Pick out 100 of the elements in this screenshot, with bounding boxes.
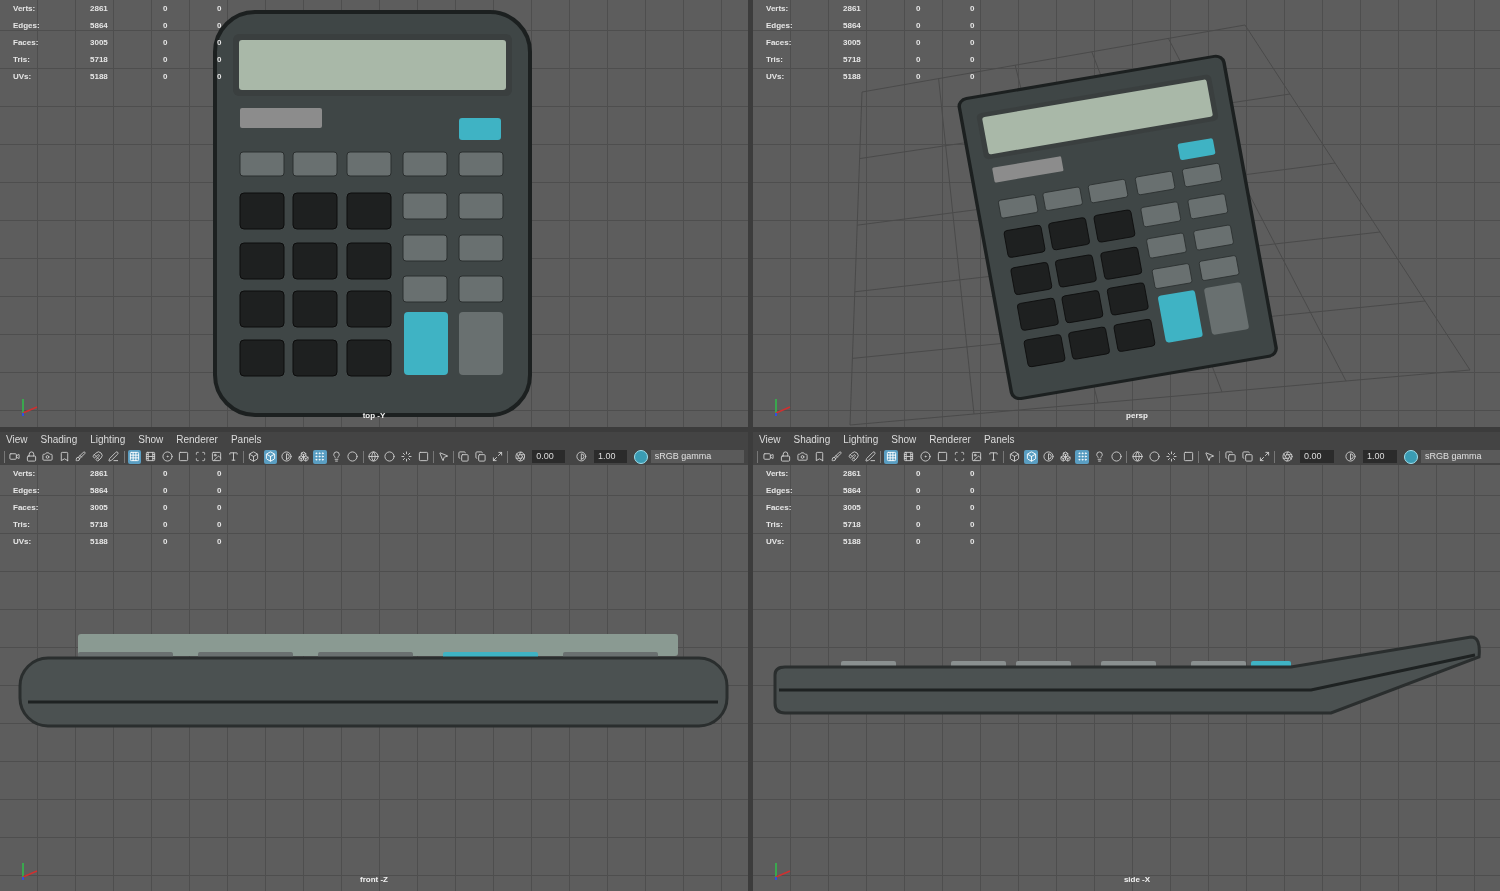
gamma-field[interactable]: 1.00 — [594, 450, 628, 463]
menu-item[interactable]: Lighting — [90, 435, 126, 445]
stat-value: 0 — [217, 467, 223, 480]
menu-item[interactable]: Lighting — [843, 435, 879, 445]
menu-item[interactable]: Show — [138, 435, 164, 445]
stat-value: 2861 — [843, 2, 862, 15]
viewport-canvas[interactable]: Verts: 2861 0 0 Edges: 5864 0 0 Faces: 3005 0 0 Tris: 5718 0 0 UVs: 5188 0 0 persp — [753, 0, 1500, 427]
menu-item[interactable]: View — [759, 435, 781, 445]
stat-label: Faces: — [766, 36, 793, 49]
gamma-field[interactable]: 1.00 — [1363, 450, 1397, 463]
stat-value: 0 — [163, 70, 169, 83]
color-space-field[interactable]: sRGB gamma — [1421, 450, 1500, 463]
copy-button[interactable] — [473, 449, 488, 464]
magnet-button[interactable] — [846, 449, 860, 464]
cubes-button[interactable] — [1058, 449, 1072, 464]
menu-item[interactable]: Renderer — [176, 435, 218, 445]
grid-button[interactable] — [884, 449, 898, 464]
pen-button[interactable] — [863, 449, 877, 464]
film-button[interactable] — [144, 449, 158, 464]
camera-label: persp — [1126, 410, 1148, 422]
image-button[interactable] — [969, 449, 983, 464]
dots-button[interactable] — [1075, 449, 1089, 464]
magnet-button[interactable] — [90, 449, 105, 464]
resize-button[interactable] — [1257, 449, 1271, 464]
circle-button[interactable] — [383, 449, 397, 464]
pointer-button[interactable] — [436, 449, 451, 464]
stat-value: 0 — [916, 53, 922, 66]
copy-button[interactable] — [1223, 449, 1237, 464]
square-button[interactable] — [416, 449, 430, 464]
color-space-field[interactable]: sRGB gamma — [650, 450, 744, 463]
loader-button[interactable] — [399, 449, 414, 464]
menu-item[interactable]: Shading — [793, 435, 831, 445]
circle-button[interactable] — [1109, 449, 1123, 464]
loader-button[interactable] — [1164, 449, 1178, 464]
cube-button[interactable] — [1024, 449, 1038, 464]
copy-button[interactable] — [1240, 449, 1254, 464]
camera-button[interactable] — [41, 449, 55, 464]
stat-value: 0 — [217, 36, 223, 49]
menu-item[interactable]: Shading — [40, 435, 78, 445]
viewport-canvas[interactable]: Verts: 2861 0 0 Edges: 5864 0 0 Faces: 3005 0 0 Tris: 5718 0 0 UVs: 5188 0 0 top -Y — [0, 0, 748, 427]
cube-button[interactable] — [1007, 449, 1021, 464]
stat-value: 0 — [217, 484, 223, 497]
contrast-button[interactable] — [1041, 449, 1055, 464]
film-button[interactable] — [901, 449, 915, 464]
square-button[interactable] — [1181, 449, 1195, 464]
stat-value: 5718 — [843, 518, 862, 531]
menu-item[interactable]: Show — [891, 435, 917, 445]
circle-button[interactable] — [1147, 449, 1161, 464]
contrast-button[interactable] — [280, 449, 294, 464]
text-button[interactable] — [226, 449, 241, 464]
stat-value: 5188 — [843, 535, 862, 548]
square-button[interactable] — [935, 449, 949, 464]
stat-value: 3005 — [843, 36, 862, 49]
exposure-field[interactable]: 0.00 — [1300, 450, 1334, 463]
frame-button[interactable] — [193, 449, 208, 464]
resize-button[interactable] — [490, 449, 504, 464]
square-button[interactable] — [177, 449, 191, 464]
camera-button[interactable] — [795, 449, 809, 464]
viewport-canvas[interactable]: Verts: 2861 0 0 Edges: 5864 0 0 Faces: 3005 0 0 Tris: 5718 0 0 UVs: 5188 0 0 side -X — [753, 465, 1500, 891]
pointer-button[interactable] — [1202, 449, 1216, 464]
cube-button[interactable] — [263, 449, 278, 464]
stat-value: 0 — [916, 2, 922, 15]
menu-item[interactable]: Panels — [983, 435, 1015, 445]
cube-button[interactable] — [247, 449, 261, 464]
stat-value: 0 — [916, 467, 922, 480]
stat-value: 0 — [970, 36, 976, 49]
menu-item[interactable]: View — [6, 435, 28, 445]
color-management-button[interactable] — [634, 449, 648, 464]
circle-button[interactable] — [346, 449, 360, 464]
viewport-canvas[interactable]: Verts: 2861 0 0 Edges: 5864 0 0 Faces: 3005 0 0 Tris: 5718 0 0 UVs: 5188 0 0 front -Z — [0, 465, 748, 891]
stat-value: 0 — [916, 535, 922, 548]
text-button[interactable] — [986, 449, 1000, 464]
stat-value: 3005 — [90, 36, 109, 49]
stat-label: Tris: — [13, 53, 31, 66]
menu-item[interactable]: Panels — [230, 435, 262, 445]
brush-button[interactable] — [829, 449, 843, 464]
dots-button[interactable] — [313, 449, 327, 464]
sphere-button[interactable] — [1130, 449, 1144, 464]
grid-button[interactable] — [127, 449, 142, 464]
stat-value: 0 — [916, 70, 922, 83]
stat-value: 0 — [970, 535, 976, 548]
image-button[interactable] — [210, 449, 224, 464]
color-management-button[interactable] — [1404, 449, 1418, 464]
copy-button[interactable] — [457, 449, 471, 464]
stat-value: 0 — [970, 70, 976, 83]
frame-button[interactable] — [952, 449, 966, 464]
exposure-field[interactable]: 0.00 — [532, 450, 566, 463]
brush-button[interactable] — [74, 449, 88, 464]
circle-dot-button[interactable] — [160, 449, 175, 464]
stat-label: Verts: — [766, 467, 790, 480]
lock-button[interactable] — [24, 449, 38, 464]
menu-item[interactable]: Renderer — [929, 435, 971, 445]
camera-label: top -Y — [362, 410, 386, 422]
stat-value: 5188 — [90, 535, 109, 548]
sphere-button[interactable] — [366, 449, 381, 464]
circle-dot-button[interactable] — [918, 449, 932, 464]
stat-value: 5864 — [90, 19, 109, 32]
cubes-button[interactable] — [296, 449, 311, 464]
lock-button[interactable] — [778, 449, 792, 464]
pen-button[interactable] — [107, 449, 121, 464]
